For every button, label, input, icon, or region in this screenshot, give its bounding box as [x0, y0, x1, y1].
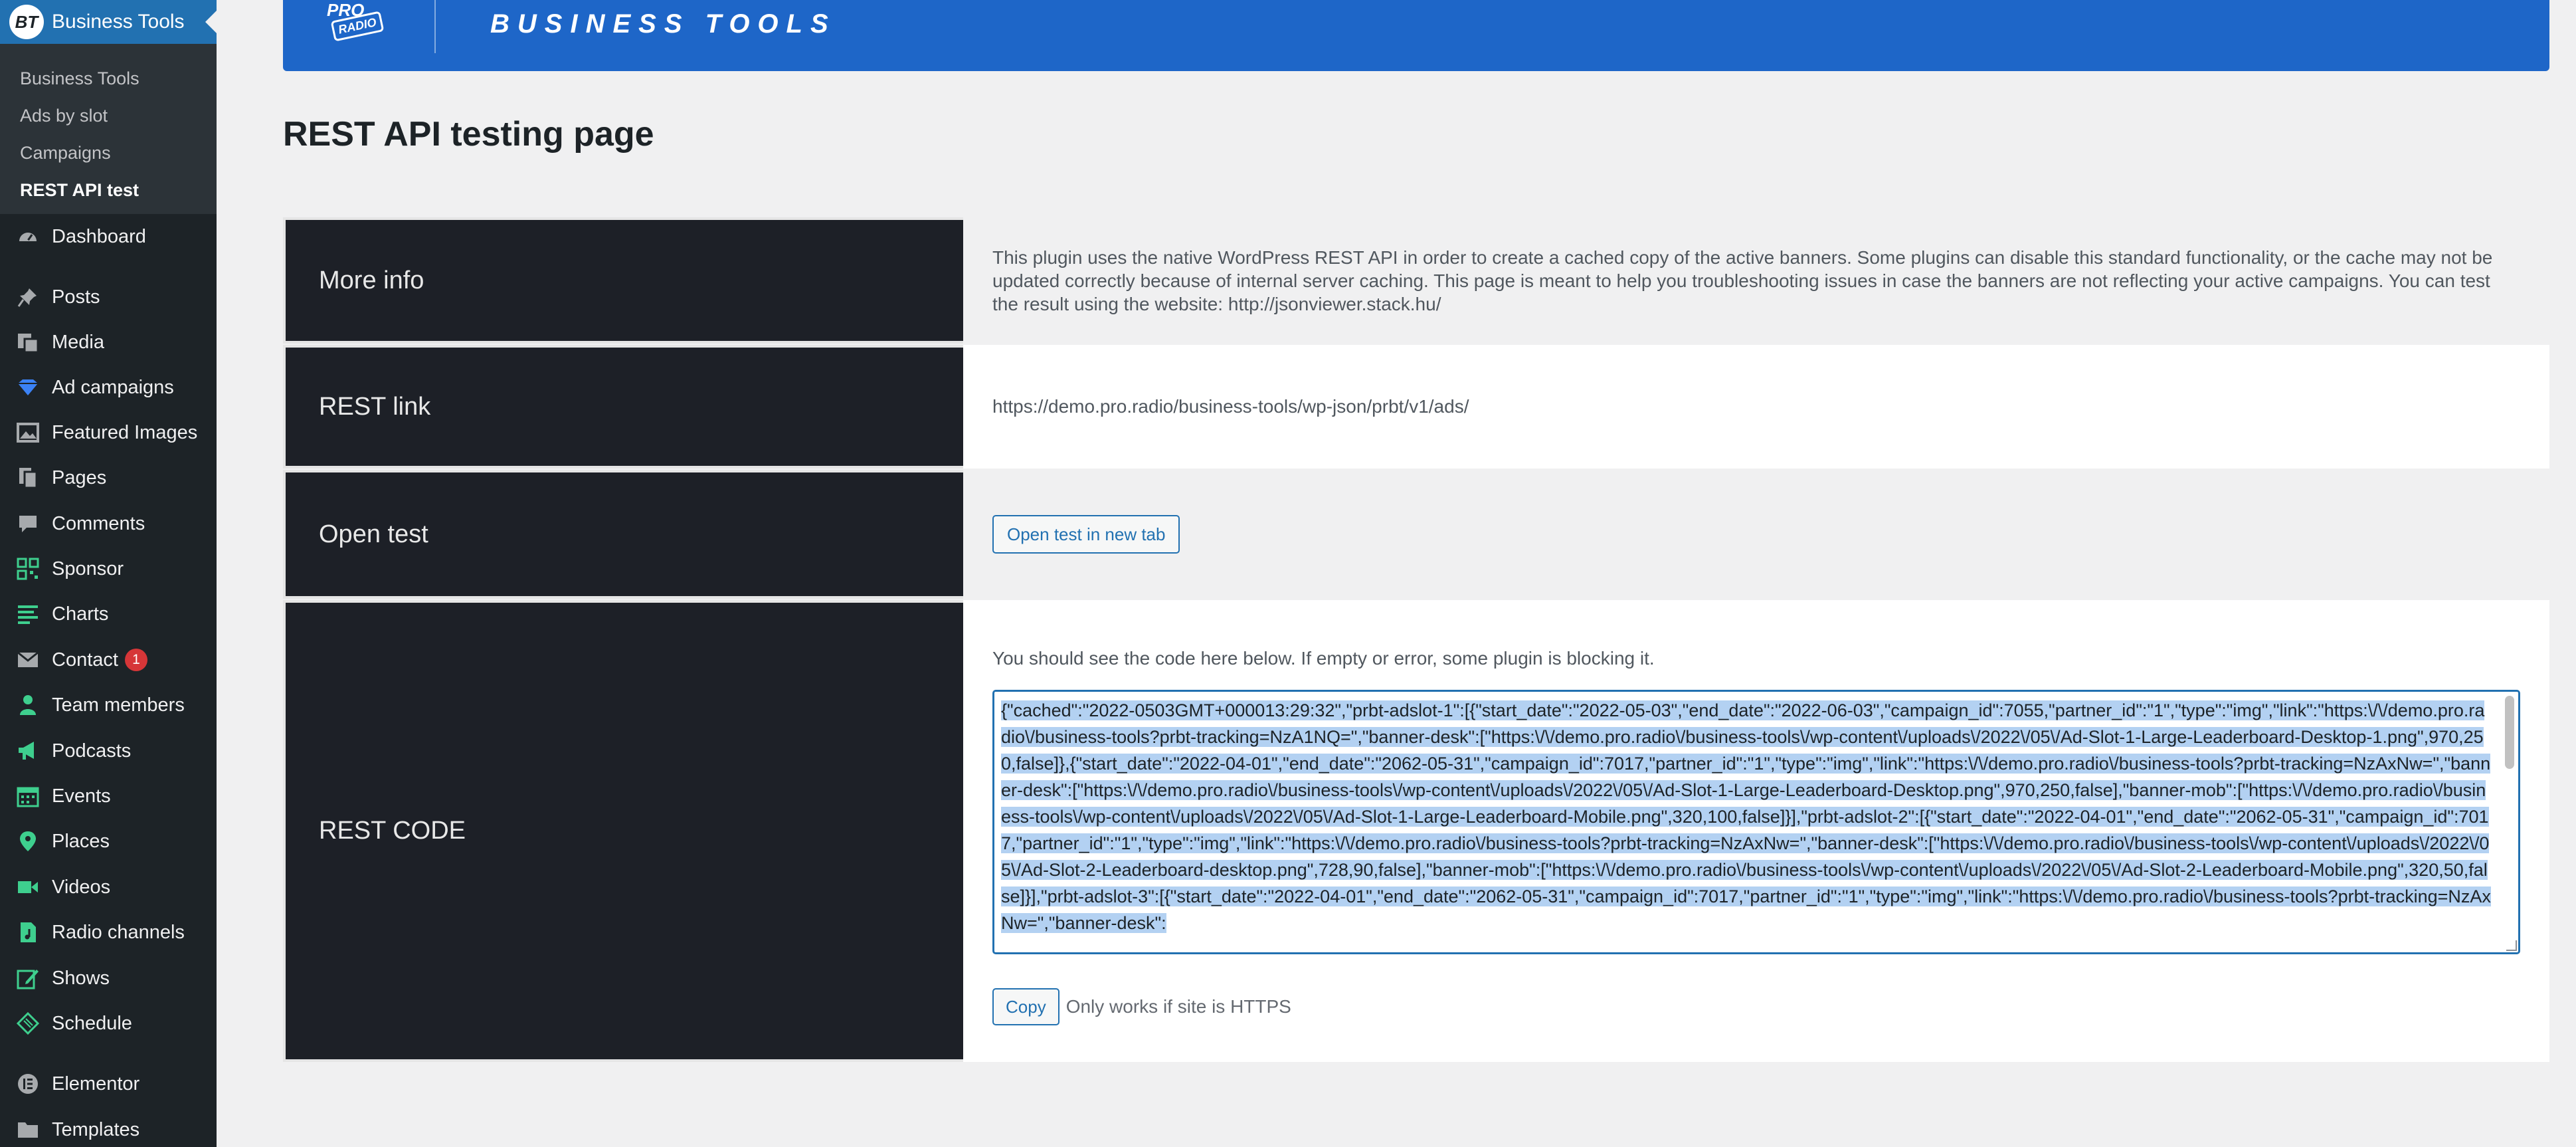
- row-rest-link: REST link https://demo.pro.radio/busines…: [283, 345, 2549, 469]
- row-value: https://demo.pro.radio/business-tools/wp…: [963, 345, 2549, 469]
- row-value: Open test in new tab: [963, 470, 2549, 599]
- banner-title: BUSINESS TOOLS: [490, 9, 836, 39]
- sidebar-item-label: Elementor: [52, 1073, 140, 1095]
- sidebar-item-label: Dashboard: [52, 225, 146, 247]
- grid-icon: [16, 557, 40, 581]
- sidebar-item-business-tools[interactable]: BT Business Tools: [0, 0, 217, 44]
- sidebar-item-label: Shows: [52, 967, 110, 989]
- sidebar-item-posts[interactable]: Posts: [0, 277, 217, 317]
- image-icon: [16, 421, 40, 445]
- sidebar-item-schedule[interactable]: Schedule: [0, 1003, 217, 1043]
- banner-divider: [434, 0, 436, 53]
- plugin-header-banner: PRO RADIO BUSINESS TOOLS: [283, 0, 2549, 71]
- sidebar-item-label: Radio channels: [52, 921, 185, 943]
- sidebar-item-label: Podcasts: [52, 740, 132, 762]
- submenu-campaigns[interactable]: Campaigns: [0, 134, 217, 171]
- sidebar-item-pages[interactable]: Pages: [0, 458, 217, 498]
- current-menu-arrow: [205, 11, 217, 33]
- sidebar-item-places[interactable]: Places: [0, 821, 217, 861]
- sidebar-item-contact[interactable]: Contact 1: [0, 640, 217, 680]
- edit-icon: [16, 966, 40, 990]
- sidebar-item-label: Contact: [52, 649, 118, 671]
- sidebar-item-label: Posts: [52, 286, 100, 308]
- row-more-info: More info This plugin uses the native Wo…: [283, 217, 2549, 344]
- sidebar-item-sponsor[interactable]: Sponsor: [0, 549, 217, 589]
- rest-code-textarea[interactable]: {"cached":"2022-0503GMT+000013:29:32","p…: [992, 690, 2520, 954]
- sidebar-item-templates[interactable]: Templates: [0, 1110, 217, 1147]
- more-info-text: This plugin uses the native WordPress RE…: [992, 247, 2493, 314]
- list-icon: [16, 602, 40, 626]
- diamond-icon: [16, 375, 40, 399]
- sidebar-item-label: Places: [52, 830, 110, 852]
- sidebar-item-shows[interactable]: Shows: [0, 958, 217, 998]
- business-tools-logo-icon: BT: [9, 5, 44, 39]
- copy-note: Only works if site is HTTPS: [1065, 996, 1291, 1017]
- sidebar-item-events[interactable]: Events: [0, 776, 217, 816]
- sidebar-item-media[interactable]: Media: [0, 322, 217, 362]
- elementor-icon: [16, 1072, 40, 1096]
- copy-controls: Copy Only works if site is HTTPS: [992, 988, 2520, 1025]
- sidebar-item-label: Pages: [52, 467, 107, 488]
- ticket-icon: [16, 1011, 40, 1035]
- pages-icon: [16, 466, 40, 490]
- rest-code-intro: You should see the code here below. If e…: [992, 648, 1655, 669]
- sidebar-item-label: Charts: [52, 603, 109, 625]
- sidebar-item-label: Team members: [52, 694, 185, 716]
- dashboard-icon: [16, 225, 40, 249]
- submenu-ads-by-slot[interactable]: Ads by slot: [0, 97, 217, 134]
- sidebar-item-podcasts[interactable]: Podcasts: [0, 731, 217, 771]
- admin-sidebar: BT Business Tools Business Tools Ads by …: [0, 0, 217, 1147]
- sidebar-item-label: Ad campaigns: [52, 376, 174, 398]
- sidebar-item-team-members[interactable]: Team members: [0, 685, 217, 725]
- sidebar-item-label: Business Tools: [52, 11, 185, 33]
- row-value: This plugin uses the native WordPress RE…: [963, 217, 2549, 344]
- sidebar-item-label: Schedule: [52, 1012, 132, 1034]
- sidebar-item-charts[interactable]: Charts: [0, 594, 217, 634]
- sidebar-item-dashboard[interactable]: Dashboard: [0, 217, 217, 257]
- sidebar-item-label: Events: [52, 785, 111, 807]
- row-open-test: Open test Open test in new tab: [283, 470, 2549, 599]
- page-title: REST API testing page: [283, 115, 654, 154]
- rest-code-content: {"cached":"2022-0503GMT+000013:29:32","p…: [1001, 700, 2491, 933]
- textarea-scrollbar[interactable]: [2505, 696, 2514, 769]
- row-label: REST link: [283, 345, 963, 469]
- row-label: Open test: [283, 470, 963, 599]
- video-icon: [16, 875, 40, 899]
- location-icon: [16, 829, 40, 853]
- folder-icon: [16, 1118, 40, 1142]
- row-label: More info: [283, 217, 963, 344]
- row-label: REST CODE: [283, 600, 963, 1062]
- sidebar-item-label: Templates: [52, 1118, 140, 1140]
- comment-icon: [16, 512, 40, 536]
- audio-icon: [16, 920, 40, 944]
- copy-button[interactable]: Copy: [992, 988, 1059, 1025]
- person-icon: [16, 693, 40, 717]
- sidebar-item-label: Comments: [52, 512, 145, 534]
- open-test-button[interactable]: Open test in new tab: [992, 515, 1180, 554]
- business-tools-submenu: Business Tools Ads by slot Campaigns RES…: [0, 44, 217, 214]
- rest-link-url[interactable]: https://demo.pro.radio/business-tools/wp…: [992, 396, 2520, 417]
- calendar-icon: [16, 784, 40, 808]
- textarea-resize-handle[interactable]: [2506, 940, 2517, 951]
- sidebar-item-featured-images[interactable]: Featured Images: [0, 413, 217, 453]
- sidebar-item-ad-campaigns[interactable]: Ad campaigns: [0, 367, 217, 407]
- sidebar-item-radio-channels[interactable]: Radio channels: [0, 912, 217, 952]
- sidebar-item-videos[interactable]: Videos: [0, 867, 217, 907]
- sidebar-item-label: Featured Images: [52, 421, 198, 443]
- notification-badge: 1: [124, 649, 147, 671]
- mail-icon: [16, 648, 40, 672]
- submenu-rest-api-test[interactable]: REST API test: [0, 171, 217, 209]
- sidebar-item-label: Media: [52, 331, 104, 353]
- pro-radio-logo: PRO RADIO: [323, 0, 396, 48]
- sidebar-item-label: Sponsor: [52, 558, 124, 579]
- submenu-business-tools[interactable]: Business Tools: [0, 60, 217, 97]
- pushpin-icon: [16, 285, 40, 309]
- sidebar-item-elementor[interactable]: Elementor: [0, 1064, 217, 1104]
- media-icon: [16, 330, 40, 354]
- megaphone-icon: [16, 739, 40, 763]
- sidebar-item-label: Videos: [52, 876, 111, 898]
- sidebar-item-comments[interactable]: Comments: [0, 504, 217, 544]
